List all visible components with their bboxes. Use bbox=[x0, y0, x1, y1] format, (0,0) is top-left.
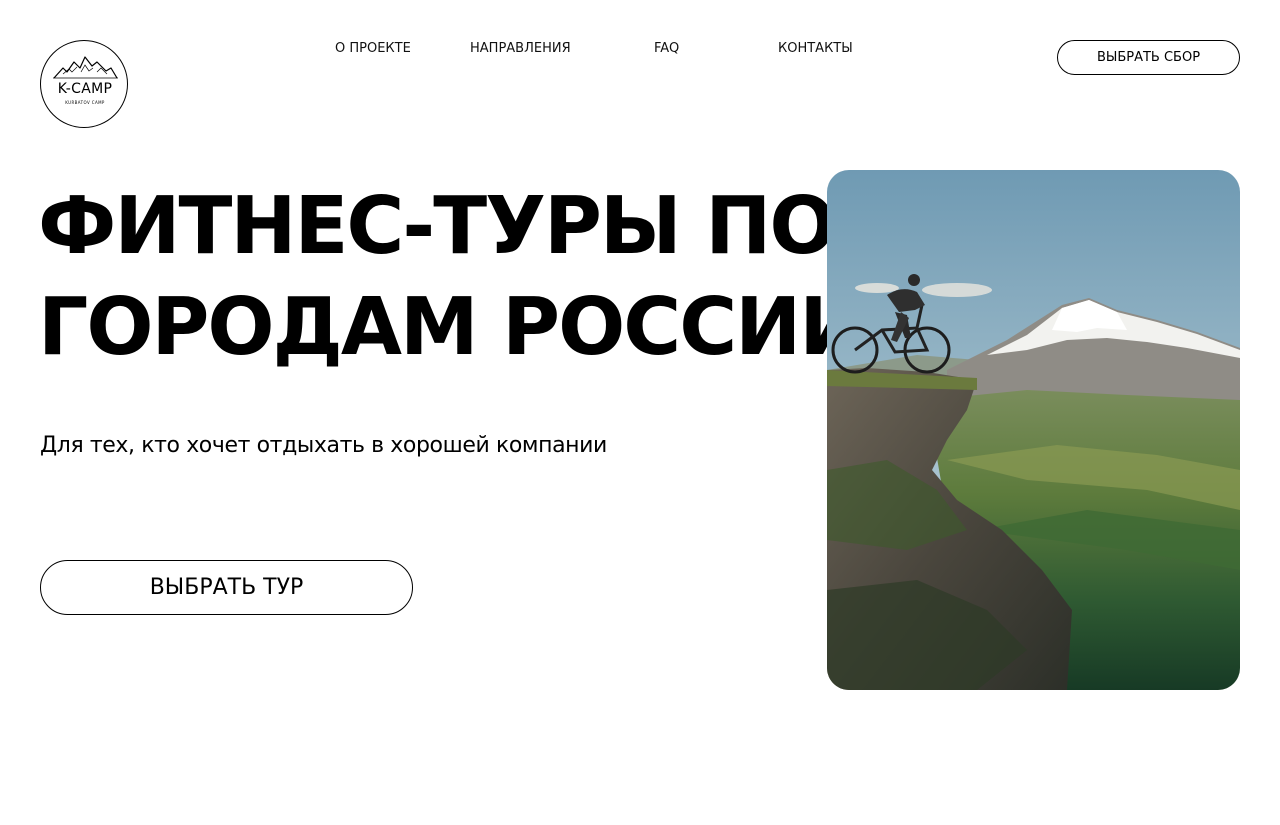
choose-tour-button[interactable]: ВЫБРАТЬ ТУР bbox=[40, 560, 413, 615]
nav-link-about[interactable]: О ПРОЕКТЕ bbox=[335, 41, 411, 56]
hero-title: ФИТНЕС-ТУРЫ ПО ГОРОДАМ РОССИИ bbox=[38, 176, 865, 378]
nav-link-contacts[interactable]: КОНТАКТЫ bbox=[778, 41, 853, 56]
logo[interactable]: K-CAMP KURBATOV CAMP bbox=[40, 40, 128, 128]
logo-title: K-CAMP bbox=[57, 81, 113, 97]
hero-subtitle: Для тех, кто хочет отдыхать в хорошей ко… bbox=[40, 433, 607, 458]
cyclist-on-cliff-mountain-photo bbox=[827, 170, 1240, 690]
nav-link-faq[interactable]: FAQ bbox=[654, 41, 679, 56]
choose-group-button[interactable]: ВЫБРАТЬ СБОР bbox=[1057, 40, 1240, 75]
hero-image bbox=[827, 170, 1240, 690]
logo-subtitle: KURBATOV CAMP bbox=[65, 100, 105, 105]
hero-title-line-2: ГОРОДАМ РОССИИ bbox=[38, 281, 865, 373]
nav-link-directions[interactable]: НАПРАВЛЕНИЯ bbox=[470, 41, 571, 56]
hero-title-line-1: ФИТНЕС-ТУРЫ ПО bbox=[38, 180, 837, 272]
